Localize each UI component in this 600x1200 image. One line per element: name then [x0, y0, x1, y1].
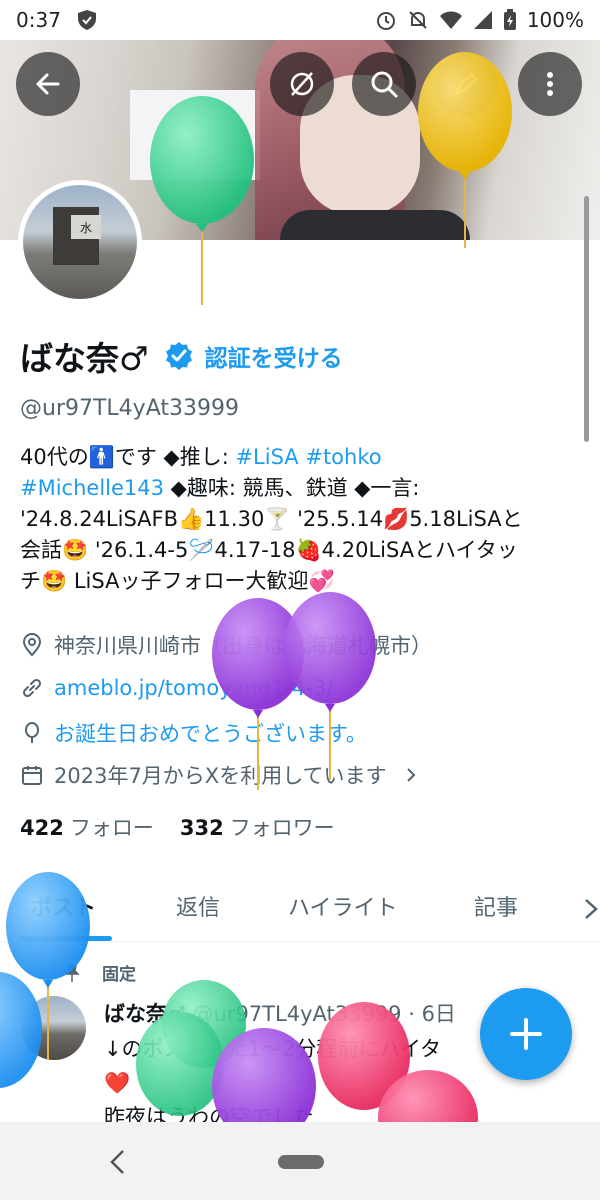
battery-icon	[503, 9, 516, 30]
following-stat[interactable]: 422 フォロー	[20, 812, 154, 842]
active-tab-indicator	[20, 936, 112, 941]
chevron-right-icon[interactable]	[399, 763, 423, 787]
battery-percent: 100%	[526, 8, 584, 32]
post-time: · 6日	[408, 1002, 456, 1026]
following-label: フォロー	[69, 816, 154, 840]
birthday-row: お誕生日おめでとうございます。	[20, 718, 367, 748]
tab-posts[interactable]: ポスト	[30, 890, 96, 922]
plus-icon	[510, 1018, 542, 1050]
mute-bell-icon	[409, 11, 427, 29]
wifi-icon	[439, 11, 462, 29]
followers-stat[interactable]: 332 フォロワー	[180, 812, 335, 842]
bio-line: 会話🤩 '26.1.4-5🪡4.17-18🍓4.20LiSAとハイタッ	[20, 538, 518, 562]
joined-row: 2023年7月からXを利用しています	[20, 760, 423, 790]
tab-replies[interactable]: 返信	[176, 890, 220, 922]
profile-handle: @ur97TL4yAt33999	[20, 396, 239, 421]
back-button[interactable]	[16, 52, 80, 116]
location-pin-icon	[22, 633, 42, 657]
calendar-icon	[22, 766, 42, 785]
edit-button[interactable]	[434, 52, 498, 116]
nav-back-icon[interactable]	[106, 1148, 130, 1176]
signal-icon	[473, 11, 492, 29]
scrollbar[interactable]	[584, 196, 589, 442]
banner-person-body	[280, 210, 470, 240]
website-row: ameblo.jp/tomoyang1-4-3/	[20, 676, 333, 700]
chevron-right-icon[interactable]	[584, 894, 600, 924]
system-navigation-bar	[0, 1122, 600, 1200]
bio-line: #Michelle143 ◆趣味: 競馬、鉄道 ◆一言:	[20, 473, 580, 504]
birthday-text: お誕生日おめでとうございます。	[54, 722, 367, 746]
profile-avatar[interactable]: 水	[18, 180, 142, 304]
bio-line: チ🤩 LiSAッ子フォロー大歓迎💞	[20, 569, 335, 593]
hashtag-link[interactable]: #Michelle143	[20, 476, 164, 500]
tab-articles[interactable]: 記事	[474, 890, 518, 922]
name-row: ばな奈♂ 認証を受ける	[20, 332, 343, 380]
post-author-name[interactable]: ばな奈♂	[104, 1002, 186, 1026]
get-verified-link[interactable]: 認証を受ける	[205, 339, 343, 373]
website-link[interactable]: ameblo.jp/tomoyang1-4-3/	[54, 676, 333, 700]
search-button[interactable]	[352, 52, 416, 116]
avatar-sign: 水	[71, 215, 101, 239]
more-vertical-icon	[547, 72, 553, 96]
bio-line: '24.8.24LiSAFB👍11.30🍸 '25.5.14💋5.18LiSAと	[20, 507, 523, 531]
alarm-icon	[376, 12, 395, 30]
post-author-handle: @ur97TL4yAt33999	[192, 1002, 402, 1026]
mute-button[interactable]	[270, 52, 334, 116]
display-name: ばな奈♂	[20, 339, 149, 378]
more-button[interactable]	[518, 52, 582, 116]
followers-label: フォロワー	[229, 816, 335, 840]
compose-button[interactable]	[480, 988, 572, 1080]
pin-icon	[64, 963, 80, 982]
status-time: 0:37	[16, 8, 61, 32]
followers-count: 332	[179, 816, 224, 840]
bio-text: ◆趣味: 競馬、鉄道 ◆一言:	[164, 476, 420, 500]
joined-text: 2023年7月からXを利用しています	[54, 764, 387, 788]
location-text: 神奈川県川崎市（出身は北海道札幌市）	[54, 634, 432, 658]
profile-bio: 40代の🚹です ◆推し: #LiSA #tohko #Michelle143 ◆…	[20, 442, 580, 597]
post-author-avatar[interactable]	[22, 996, 86, 1060]
following-count: 422	[20, 816, 64, 840]
bio-text: 40代の🚹です ◆推し:	[20, 445, 236, 469]
profile-tabs: ポスト 返信 ハイライト 記事	[0, 876, 600, 942]
search-icon	[371, 71, 398, 98]
shield-icon	[77, 10, 96, 30]
status-bar: 0:37 100%	[0, 0, 600, 40]
balloon-icon	[25, 722, 39, 743]
location-row: 神奈川県川崎市（出身は北海道札幌市）	[20, 630, 432, 660]
link-icon	[22, 678, 42, 698]
follow-stats: 422 フォロー 332 フォロワー	[20, 812, 335, 842]
arrow-left-icon	[36, 73, 60, 95]
tab-highlights[interactable]: ハイライト	[288, 890, 398, 922]
verified-badge-icon	[165, 342, 192, 370]
bio-line: 40代の🚹です ◆推し: #LiSA #tohko	[20, 442, 580, 473]
slash-circle-icon	[290, 72, 314, 96]
banner-background-screen	[130, 90, 260, 180]
pinned-label-row: 固定	[62, 960, 136, 985]
pen-icon	[455, 72, 478, 95]
nav-home-pill[interactable]	[278, 1155, 324, 1169]
pinned-label: 固定	[102, 965, 136, 985]
post-header: ばな奈♂ @ur97TL4yAt33999 · 6日	[104, 998, 456, 1028]
hashtag-link[interactable]: #LiSA #tohko	[235, 445, 381, 469]
